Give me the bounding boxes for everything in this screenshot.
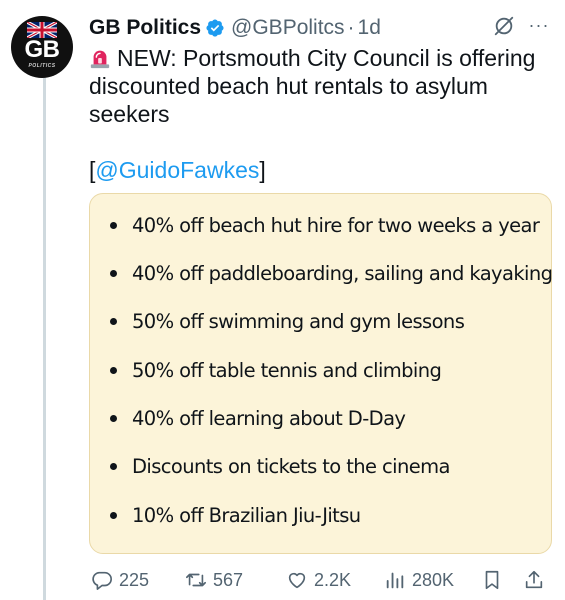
views-button[interactable]: 280K: [384, 566, 454, 594]
tweet-line-3: seekers: [89, 101, 170, 127]
bookmark-icon: [485, 570, 499, 590]
reply-count: 225: [119, 569, 150, 590]
tweet-header: GB Politics @GBPolitcs · 1d: [89, 14, 381, 42]
list-item-text: 40% off learning about D-Day: [132, 406, 406, 430]
list-item: Discounts on tickets to the cinema: [110, 452, 450, 480]
list-item-text: 40% off beach hut hire for two weeks a y…: [132, 213, 540, 237]
share-icon: [525, 570, 543, 589]
bullet: [110, 221, 117, 229]
bullet: [110, 511, 117, 519]
list-item: 50% off table tennis and climbing: [110, 356, 442, 384]
siren-emoji-icon: [90, 50, 110, 69]
avatar-subtext: POLITICS: [28, 63, 56, 69]
list-item-text: 40% off paddleboarding, sailing and kaya…: [132, 261, 553, 285]
tweet-text: NEW: Portsmouth City Council is offering…: [89, 44, 539, 128]
bookmark-button[interactable]: [481, 566, 503, 594]
image-card[interactable]: 40% off beach hut hire for two weeks a y…: [89, 193, 553, 554]
action-bar: 225 567 2.2K 280K: [0, 566, 565, 594]
repost-count: 567: [213, 569, 244, 590]
like-button[interactable]: 2.2K: [286, 566, 351, 594]
share-button[interactable]: [523, 566, 545, 594]
repost-button[interactable]: 567: [185, 566, 243, 594]
list-item-text: Discounts on tickets to the cinema: [132, 454, 450, 478]
tweet-line-1: NEW: Portsmouth City Council is offering: [89, 44, 539, 72]
list-item: 40% off paddleboarding, sailing and kaya…: [110, 259, 553, 287]
views-icon: [386, 572, 404, 589]
list-item-text: 50% off swimming and gym lessons: [132, 309, 465, 333]
bullet: [110, 414, 117, 422]
separator-dot: ·: [347, 16, 355, 39]
verified-badge-icon: [206, 19, 224, 37]
grok-icon[interactable]: [493, 15, 515, 37]
list-item: 50% off swimming and gym lessons: [110, 307, 465, 335]
tweet-line-2: discounted beach hut rentals to asylum: [89, 73, 488, 99]
thread-line: [43, 78, 46, 600]
reply-icon: [92, 571, 112, 590]
heart-icon: [288, 572, 306, 589]
avatar-text: GB: [24, 36, 61, 63]
list-item-text: 50% off table tennis and climbing: [132, 358, 442, 382]
more-options-icon[interactable]: ···: [526, 12, 552, 38]
list-item-text: 10% off Brazilian Jiu-Jitsu: [132, 503, 361, 527]
reply-button[interactable]: 225: [91, 566, 149, 594]
tweet-time[interactable]: 1d: [358, 16, 381, 40]
mention-close: ]: [259, 157, 266, 183]
list-item: 10% off Brazilian Jiu-Jitsu: [110, 501, 361, 529]
repost-icon: [186, 573, 206, 587]
bullet: [110, 462, 117, 470]
mention-link[interactable]: @GuidoFawkes: [95, 157, 259, 183]
bullet: [110, 269, 117, 277]
views-count: 280K: [412, 569, 455, 590]
list-item: 40% off learning about D-Day: [110, 404, 406, 432]
tweet-line-1-text: NEW: Portsmouth City Council is offering: [117, 45, 536, 71]
bullet: [110, 366, 117, 374]
avatar[interactable]: GB POLITICS: [11, 16, 73, 78]
like-count: 2.2K: [314, 569, 352, 590]
bullet: [110, 317, 117, 325]
author-handle[interactable]: @GBPolitcs: [231, 16, 345, 40]
list-item: 40% off beach hut hire for two weeks a y…: [110, 211, 540, 239]
author-name[interactable]: GB Politics: [89, 16, 201, 40]
mention-line: [@GuidoFawkes]: [89, 156, 266, 184]
